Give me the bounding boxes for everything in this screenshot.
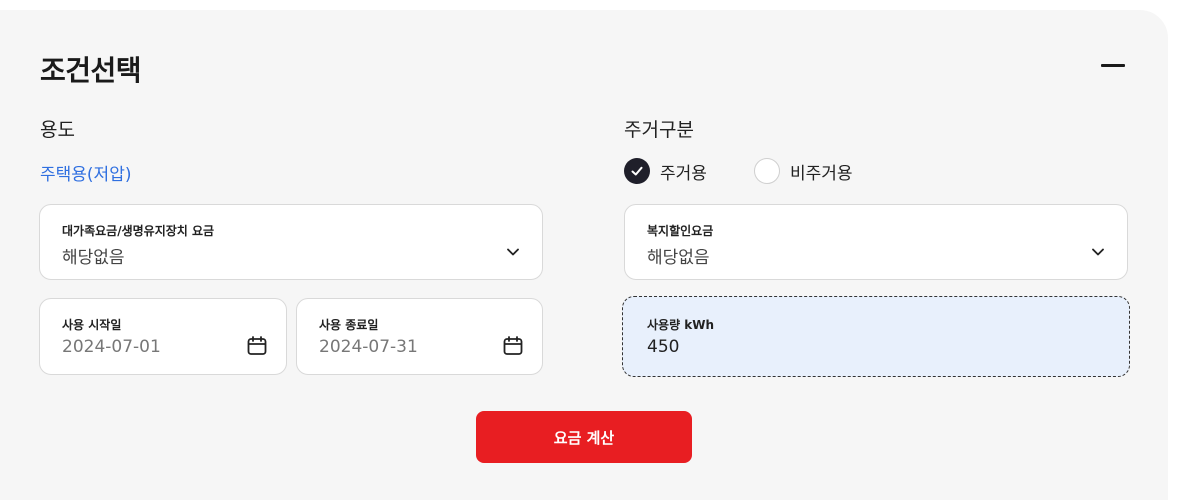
chevron-down-icon — [507, 248, 519, 256]
family-discount-label: 대가족요금/생명유지장치 요금 — [62, 224, 215, 238]
usage-type-label: 용도 — [40, 119, 75, 141]
usage-amount-input[interactable]: 사용량 kWh 450 — [622, 296, 1130, 377]
radio-residential-label: 주거용 — [660, 163, 707, 184]
end-date-label: 사용 종료일 — [319, 318, 379, 332]
calculate-button[interactable]: 요금 계산 — [476, 411, 692, 463]
radio-residential[interactable]: 주거용 — [624, 158, 707, 184]
radio-checked-icon — [624, 158, 650, 184]
residence-type-label: 주거구분 — [624, 119, 694, 141]
end-date-field[interactable]: 사용 종료일 2024-07-31 — [296, 298, 543, 375]
usage-amount-label: 사용량 kWh — [647, 318, 715, 332]
start-date-label: 사용 시작일 — [62, 318, 122, 332]
family-discount-value: 해당없음 — [62, 248, 125, 268]
start-date-value: 2024-07-01 — [62, 337, 161, 357]
chevron-down-icon — [1092, 248, 1104, 256]
collapse-button[interactable] — [1096, 52, 1130, 78]
end-date-value: 2024-07-31 — [319, 337, 418, 357]
welfare-discount-value: 해당없음 — [647, 248, 710, 268]
family-discount-select[interactable]: 대가족요금/생명유지장치 요금 해당없음 — [39, 204, 543, 280]
section-title: 조건선택 — [40, 54, 142, 87]
radio-unchecked-icon — [754, 158, 780, 184]
welfare-discount-label: 복지할인요금 — [647, 224, 714, 238]
calendar-icon[interactable] — [246, 335, 268, 357]
start-date-field[interactable]: 사용 시작일 2024-07-01 — [39, 298, 287, 375]
calendar-icon[interactable] — [502, 335, 524, 357]
usage-amount-value: 450 — [647, 337, 680, 357]
radio-non-residential[interactable]: 비주거용 — [754, 158, 853, 184]
welfare-discount-select[interactable]: 복지할인요금 해당없음 — [624, 204, 1128, 280]
minus-icon — [1101, 63, 1125, 67]
radio-non-residential-label: 비주거용 — [790, 163, 853, 184]
usage-type-value[interactable]: 주택용(저압) — [40, 160, 131, 185]
